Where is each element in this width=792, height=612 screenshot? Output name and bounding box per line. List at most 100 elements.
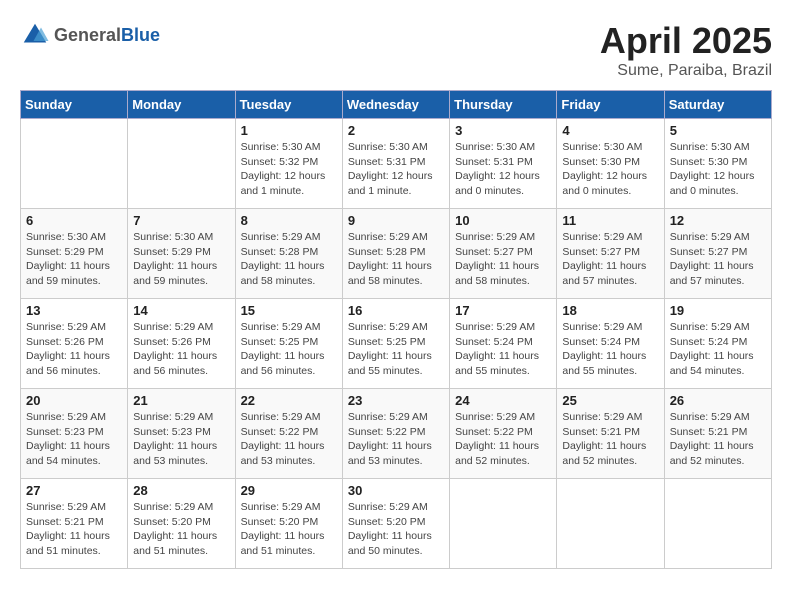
calendar-cell: 19Sunrise: 5:29 AM Sunset: 5:24 PM Dayli… bbox=[664, 299, 771, 389]
day-number: 1 bbox=[241, 123, 337, 138]
calendar-cell: 20 Sunrise: 5:29 AM Sunset: 5:23 PM Dayli… bbox=[21, 389, 128, 479]
day-info: Sunrise: 5:29 AM Sunset: 5:20 PM Dayligh… bbox=[241, 500, 337, 559]
calendar-cell: 4 Sunrise: 5:30 AM Sunset: 5:30 PM Daylig… bbox=[557, 119, 664, 209]
calendar-week-2: 6 Sunrise: 5:30 AM Sunset: 5:29 PM Daylig… bbox=[21, 209, 772, 299]
calendar-cell: 2 Sunrise: 5:30 AM Sunset: 5:31 PM Daylig… bbox=[342, 119, 449, 209]
calendar-cell: 15 Sunrise: 5:29 AM Sunset: 5:25 PM Dayli… bbox=[235, 299, 342, 389]
day-info: Sunrise: 5:29 AM Sunset: 5:26 PM Dayligh… bbox=[133, 320, 229, 379]
day-info: Sunrise: 5:29 AM Sunset: 5:28 PM Dayligh… bbox=[241, 230, 337, 289]
day-number: 8 bbox=[241, 213, 337, 228]
logo-icon bbox=[20, 20, 50, 50]
day-number: 21 bbox=[133, 393, 229, 408]
calendar-cell: 21Sunrise: 5:29 AM Sunset: 5:23 PM Dayli… bbox=[128, 389, 235, 479]
calendar-cell: 22Sunrise: 5:29 AM Sunset: 5:22 PM Dayli… bbox=[235, 389, 342, 479]
calendar-cell bbox=[557, 479, 664, 569]
day-number: 7 bbox=[133, 213, 229, 228]
calendar-cell: 18 Sunrise: 5:29 AM Sunset: 5:24 PM Dayli… bbox=[557, 299, 664, 389]
column-header-wednesday: Wednesday bbox=[342, 91, 449, 119]
calendar-cell: 27 Sunrise: 5:29 AM Sunset: 5:21 PM Dayli… bbox=[21, 479, 128, 569]
calendar-cell bbox=[450, 479, 557, 569]
calendar-cell: 3 Sunrise: 5:30 AM Sunset: 5:31 PM Daylig… bbox=[450, 119, 557, 209]
calendar-cell: 9 Sunrise: 5:29 AM Sunset: 5:28 PM Daylig… bbox=[342, 209, 449, 299]
day-info: Sunrise: 5:29 AM Sunset: 5:25 PM Dayligh… bbox=[241, 320, 337, 379]
calendar-cell: 13 Sunrise: 5:29 AM Sunset: 5:26 PM Dayli… bbox=[21, 299, 128, 389]
calendar-cell: 12 Sunrise: 5:29 AM Sunset: 5:27 PM Dayli… bbox=[664, 209, 771, 299]
day-number: 5 bbox=[670, 123, 766, 138]
column-header-tuesday: Tuesday bbox=[235, 91, 342, 119]
day-number: 19 bbox=[670, 303, 766, 318]
calendar-week-4: 20 Sunrise: 5:29 AM Sunset: 5:23 PM Dayli… bbox=[21, 389, 772, 479]
calendar-week-3: 13 Sunrise: 5:29 AM Sunset: 5:26 PM Dayli… bbox=[21, 299, 772, 389]
day-number: 22 bbox=[241, 393, 337, 408]
calendar-cell: 14 Sunrise: 5:29 AM Sunset: 5:26 PM Dayli… bbox=[128, 299, 235, 389]
logo: GeneralBlue bbox=[20, 20, 160, 50]
day-number: 15 bbox=[241, 303, 337, 318]
day-number: 20 bbox=[26, 393, 122, 408]
day-number: 28 bbox=[133, 483, 229, 498]
calendar-cell: 6 Sunrise: 5:30 AM Sunset: 5:29 PM Daylig… bbox=[21, 209, 128, 299]
column-header-thursday: Thursday bbox=[450, 91, 557, 119]
calendar-week-5: 27 Sunrise: 5:29 AM Sunset: 5:21 PM Dayli… bbox=[21, 479, 772, 569]
logo-text-general: General bbox=[54, 25, 121, 45]
day-info: Sunrise: 5:29 AM Sunset: 5:23 PM Dayligh… bbox=[26, 410, 122, 469]
day-number: 27 bbox=[26, 483, 122, 498]
day-number: 25 bbox=[562, 393, 658, 408]
day-info: Sunrise: 5:29 AM Sunset: 5:27 PM Dayligh… bbox=[455, 230, 551, 289]
day-info: Sunrise: 5:29 AM Sunset: 5:24 PM Dayligh… bbox=[455, 320, 551, 379]
calendar-header-row: SundayMondayTuesdayWednesdayThursdayFrid… bbox=[21, 91, 772, 119]
day-number: 13 bbox=[26, 303, 122, 318]
calendar-week-1: 1Sunrise: 5:30 AM Sunset: 5:32 PM Daylig… bbox=[21, 119, 772, 209]
day-number: 18 bbox=[562, 303, 658, 318]
day-info: Sunrise: 5:29 AM Sunset: 5:20 PM Dayligh… bbox=[133, 500, 229, 559]
day-info: Sunrise: 5:29 AM Sunset: 5:21 PM Dayligh… bbox=[562, 410, 658, 469]
day-number: 30 bbox=[348, 483, 444, 498]
calendar-cell bbox=[21, 119, 128, 209]
calendar-cell: 7Sunrise: 5:30 AM Sunset: 5:29 PM Daylig… bbox=[128, 209, 235, 299]
column-header-friday: Friday bbox=[557, 91, 664, 119]
calendar-cell: 24 Sunrise: 5:29 AM Sunset: 5:22 PM Dayli… bbox=[450, 389, 557, 479]
calendar-cell: 5Sunrise: 5:30 AM Sunset: 5:30 PM Daylig… bbox=[664, 119, 771, 209]
day-info: Sunrise: 5:29 AM Sunset: 5:20 PM Dayligh… bbox=[348, 500, 444, 559]
day-number: 3 bbox=[455, 123, 551, 138]
calendar-cell bbox=[664, 479, 771, 569]
day-number: 11 bbox=[562, 213, 658, 228]
day-info: Sunrise: 5:29 AM Sunset: 5:21 PM Dayligh… bbox=[26, 500, 122, 559]
day-number: 4 bbox=[562, 123, 658, 138]
day-info: Sunrise: 5:29 AM Sunset: 5:21 PM Dayligh… bbox=[670, 410, 766, 469]
day-info: Sunrise: 5:29 AM Sunset: 5:25 PM Dayligh… bbox=[348, 320, 444, 379]
day-number: 16 bbox=[348, 303, 444, 318]
day-number: 23 bbox=[348, 393, 444, 408]
day-info: Sunrise: 5:29 AM Sunset: 5:28 PM Dayligh… bbox=[348, 230, 444, 289]
day-number: 14 bbox=[133, 303, 229, 318]
day-number: 10 bbox=[455, 213, 551, 228]
day-info: Sunrise: 5:29 AM Sunset: 5:27 PM Dayligh… bbox=[562, 230, 658, 289]
calendar-cell: 17 Sunrise: 5:29 AM Sunset: 5:24 PM Dayli… bbox=[450, 299, 557, 389]
day-number: 26 bbox=[670, 393, 766, 408]
calendar-cell: 28 Sunrise: 5:29 AM Sunset: 5:20 PM Dayli… bbox=[128, 479, 235, 569]
day-info: Sunrise: 5:29 AM Sunset: 5:27 PM Dayligh… bbox=[670, 230, 766, 289]
day-info: Sunrise: 5:29 AM Sunset: 5:22 PM Dayligh… bbox=[455, 410, 551, 469]
day-number: 6 bbox=[26, 213, 122, 228]
title-block: April 2025 Sume, Paraiba, Brazil bbox=[600, 20, 772, 80]
day-number: 24 bbox=[455, 393, 551, 408]
day-info: Sunrise: 5:29 AM Sunset: 5:24 PM Dayligh… bbox=[562, 320, 658, 379]
day-number: 17 bbox=[455, 303, 551, 318]
day-info: Sunrise: 5:30 AM Sunset: 5:30 PM Dayligh… bbox=[562, 140, 658, 199]
page-header: GeneralBlue April 2025 Sume, Paraiba, Br… bbox=[20, 20, 772, 80]
day-info: Sunrise: 5:29 AM Sunset: 5:26 PM Dayligh… bbox=[26, 320, 122, 379]
calendar-cell: 23Sunrise: 5:29 AM Sunset: 5:22 PM Dayli… bbox=[342, 389, 449, 479]
calendar-cell: 10 Sunrise: 5:29 AM Sunset: 5:27 PM Dayli… bbox=[450, 209, 557, 299]
day-number: 29 bbox=[241, 483, 337, 498]
calendar-cell: 30 Sunrise: 5:29 AM Sunset: 5:20 PM Dayli… bbox=[342, 479, 449, 569]
calendar-location: Sume, Paraiba, Brazil bbox=[600, 62, 772, 80]
day-number: 9 bbox=[348, 213, 444, 228]
calendar-table: SundayMondayTuesdayWednesdayThursdayFrid… bbox=[20, 90, 772, 569]
logo-text-blue: Blue bbox=[121, 25, 160, 45]
day-info: Sunrise: 5:30 AM Sunset: 5:29 PM Dayligh… bbox=[26, 230, 122, 289]
day-number: 2 bbox=[348, 123, 444, 138]
day-info: Sunrise: 5:30 AM Sunset: 5:31 PM Dayligh… bbox=[348, 140, 444, 199]
calendar-cell: 25 Sunrise: 5:29 AM Sunset: 5:21 PM Dayli… bbox=[557, 389, 664, 479]
day-number: 12 bbox=[670, 213, 766, 228]
calendar-cell: 16 Sunrise: 5:29 AM Sunset: 5:25 PM Dayli… bbox=[342, 299, 449, 389]
day-info: Sunrise: 5:30 AM Sunset: 5:31 PM Dayligh… bbox=[455, 140, 551, 199]
